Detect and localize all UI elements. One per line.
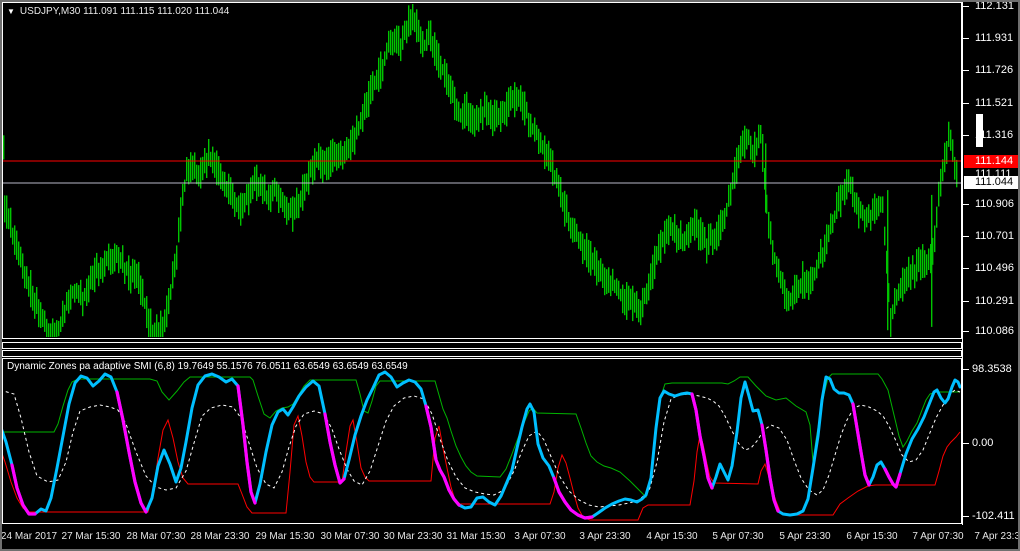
axis-tick xyxy=(963,301,969,302)
axis-tick xyxy=(963,6,969,7)
time-axis-label: 28 Mar 23:30 xyxy=(190,531,250,542)
time-axis-label: 29 Mar 15:30 xyxy=(255,531,315,542)
price-axis-label: 110.086 xyxy=(975,325,1014,337)
chevron-down-icon: ▼ xyxy=(7,7,15,16)
time-axis-label: 3 Apr 23:30 xyxy=(579,531,631,542)
axis-tick xyxy=(963,443,969,444)
axis-tick xyxy=(963,331,969,332)
price-axis-label: 112.131 xyxy=(975,0,1014,12)
axis-tick xyxy=(963,38,969,39)
price-axis-label: 111.931 xyxy=(975,32,1014,44)
time-scale[interactable]: 24 Mar 2017 27 Mar 15:30 28 Mar 07:30 28 Ma… xyxy=(2,525,1018,549)
time-axis-label: 7 Apr 07:30 xyxy=(912,531,964,542)
indicator-axis-label: -102.411 xyxy=(972,510,1015,522)
indicator-axis-label: 98.3538 xyxy=(972,363,1012,375)
axis-tick xyxy=(963,268,969,269)
main-chart-area[interactable] xyxy=(2,2,962,339)
time-axis-label: 30 Mar 23:30 xyxy=(383,531,443,542)
time-axis-label: 5 Apr 07:30 xyxy=(712,531,764,542)
time-axis-label: 3 Apr 07:30 xyxy=(514,531,566,542)
indicator-title: Dynamic Zones pa adaptive SMI (6,8) 19.7… xyxy=(7,361,408,372)
time-axis-label: 7 Apr 23:30 xyxy=(974,531,1018,542)
axis-tick xyxy=(963,70,969,71)
time-axis-label: 30 Mar 07:30 xyxy=(320,531,380,542)
axis-tick xyxy=(963,103,969,104)
time-axis-label: 6 Apr 15:30 xyxy=(846,531,898,542)
price-axis-label: 111.111 xyxy=(975,169,1012,176)
price-axis-label: 110.291 xyxy=(975,295,1014,307)
axis-tick xyxy=(963,516,969,517)
price-axis-label: 111.521 xyxy=(975,97,1014,109)
axis-tick xyxy=(963,369,969,370)
chart-title-text: USDJPY,M30 111.091 111.115 111.020 111.0… xyxy=(19,6,230,17)
axis-tick xyxy=(963,236,969,237)
price-axis-label: 110.701 xyxy=(975,230,1014,242)
axis-tick xyxy=(963,204,969,205)
time-axis-label: 28 Mar 07:30 xyxy=(126,531,186,542)
time-axis-label: 31 Mar 15:30 xyxy=(446,531,506,542)
price-axis-label: 111.044 xyxy=(964,176,1019,189)
time-axis-label: 4 Apr 15:30 xyxy=(646,531,698,542)
indicator-subwindow[interactable] xyxy=(2,358,962,524)
price-axis-label: 110.906 xyxy=(975,198,1014,210)
indicator-axis-label: 0.00 xyxy=(972,437,994,449)
axis-tick xyxy=(963,135,969,136)
price-scale-marker xyxy=(976,114,983,147)
window-separator[interactable] xyxy=(2,350,962,357)
price-axis-label: 110.496 xyxy=(975,262,1014,274)
time-axis-label: 24 Mar 2017 xyxy=(2,531,58,542)
price-scale[interactable]: 112.131 111.931 111.726 111.521 111.316 111.1… xyxy=(962,0,1020,525)
time-axis-label: 5 Apr 23:30 xyxy=(779,531,831,542)
time-axis-label: 27 Mar 15:30 xyxy=(61,531,121,542)
price-axis-label: 111.144 xyxy=(964,155,1019,168)
mt4-chart-window: ▼ USDJPY,M30 111.091 111.115 111.020 111.… xyxy=(0,0,1020,551)
window-separator[interactable] xyxy=(2,342,962,349)
price-axis-label: 111.726 xyxy=(975,64,1014,76)
chart-title: ▼ USDJPY,M30 111.091 111.115 111.020 111.… xyxy=(7,6,229,17)
